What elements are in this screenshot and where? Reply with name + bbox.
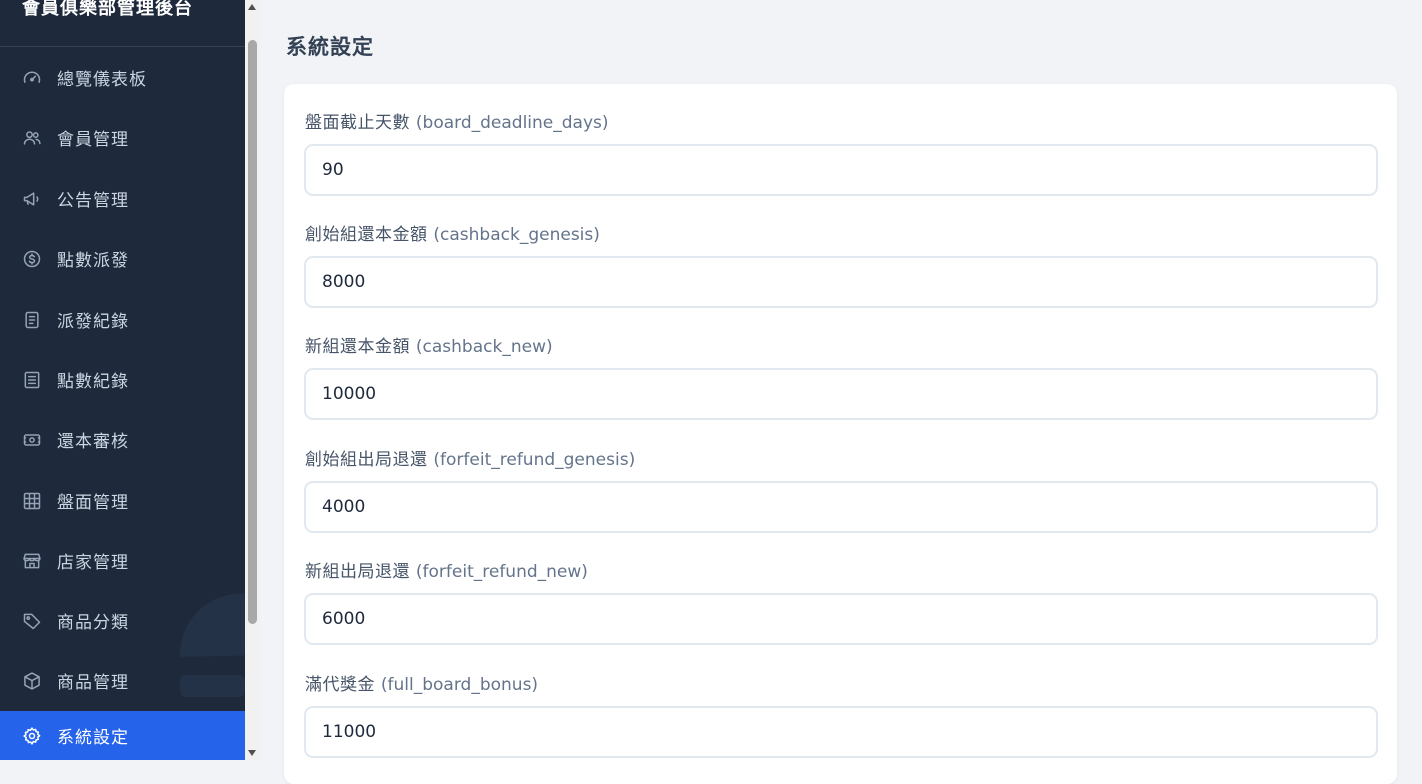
sidebar-item-label: 商品管理 [57,673,129,693]
sidebar-item-label: 點數紀錄 [57,372,129,392]
sidebar-item-label: 商品分類 [57,613,129,633]
sidebar-item-label: 總覽儀表板 [57,70,147,90]
sidebar-item-members[interactable]: 會員管理 [0,113,245,162]
sidebar-item-boards[interactable]: 盤面管理 [0,476,245,525]
sidebar-item-cashback-review[interactable]: 還本審核 [0,415,245,464]
sidebar-item-announcements[interactable]: 公告管理 [0,174,245,223]
box-icon [22,671,42,691]
field-label-board-deadline-days: 盤面截止天數 (board_deadline_days) [305,113,609,133]
cash-icon [22,430,42,450]
store-icon [22,551,42,571]
sidebar-item-label: 盤面管理 [57,493,129,513]
users-icon [22,128,42,148]
scrollbar-thumb[interactable] [248,40,257,624]
sidebar-item-points-issue[interactable]: 點數派發 [0,234,245,283]
sidebar-item-label: 點數派發 [57,251,129,271]
sidebar-scrollbar[interactable] [245,0,260,760]
sidebar-item-points-records[interactable]: 點數紀錄 [0,355,245,404]
field-label-forfeit-refund-genesis: 創始組出局退還 (forfeit_refund_genesis) [305,450,636,470]
scroll-up-arrow-icon[interactable] [248,4,256,10]
field-label-cashback-new: 新組還本金額 (cashback_new) [305,337,553,357]
board-deadline-days-input[interactable] [304,144,1378,196]
full-board-bonus-input[interactable] [304,706,1378,758]
field-label-full-board-bonus: 滿代獎金 (full_board_bonus) [305,675,539,695]
sidebar-item-label: 公告管理 [57,191,129,211]
sidebar-item-label: 派發紀錄 [57,312,129,332]
sidebar-item-label: 會員管理 [57,130,129,150]
forfeit-refund-genesis-input[interactable] [304,481,1378,533]
cashback-new-input[interactable] [304,368,1378,420]
receipt-icon [22,310,42,330]
grid-icon [22,491,42,511]
forfeit-refund-new-input[interactable] [304,593,1378,645]
app-title: 會員俱樂部管理後台 [22,0,193,19]
sidebar-item-settings[interactable]: 系統設定 [0,711,245,760]
field-label-forfeit-refund-new: 新組出局退還 (forfeit_refund_new) [305,562,588,582]
dollar-circle-icon [22,249,42,269]
page-title: 系統設定 [286,35,374,59]
watermark-graphic [180,585,245,700]
sidebar-divider [0,46,245,47]
sidebar-item-stores[interactable]: 店家管理 [0,536,245,585]
sidebar-item-label: 還本審核 [57,432,129,452]
gear-icon [22,726,42,746]
scroll-down-arrow-icon[interactable] [248,750,256,756]
field-label-cashback-genesis: 創始組還本金額 (cashback_genesis) [305,225,600,245]
megaphone-icon [22,189,42,209]
sidebar-item-dashboard[interactable]: 總覽儀表板 [0,53,245,102]
sidebar-item-label: 店家管理 [57,553,129,573]
list-icon [22,370,42,390]
sidebar-item-issue-records[interactable]: 派發紀錄 [0,295,245,344]
tag-icon [22,611,42,631]
cashback-genesis-input[interactable] [304,256,1378,308]
sidebar: 會員俱樂部管理後台 總覽儀表板 會員管理 公告管理 點數派發 派發紀錄 點數紀錄… [0,0,245,760]
sidebar-item-label: 系統設定 [57,728,129,748]
gauge-icon [22,68,42,88]
